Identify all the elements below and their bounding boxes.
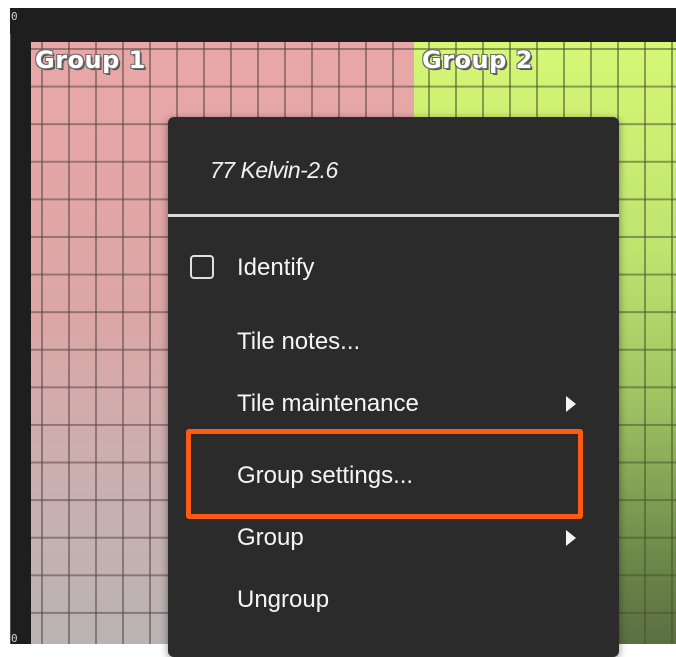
menu-item-group-settings[interactable]: Group settings... bbox=[168, 448, 619, 504]
menu-item-identify[interactable]: Identify bbox=[168, 240, 619, 296]
menu-separator bbox=[168, 214, 619, 217]
ruler-top-label: 0 bbox=[11, 10, 18, 23]
menu-item-label: Ungroup bbox=[237, 586, 330, 613]
group-1-label: Group 1 bbox=[35, 46, 146, 74]
menu-item-label: Identify bbox=[237, 254, 315, 281]
menu-item-tile-notes[interactable]: Tile notes... bbox=[168, 314, 619, 370]
submenu-arrow-icon bbox=[566, 530, 576, 546]
group-2-label: Group 2 bbox=[422, 46, 533, 74]
menu-item-group[interactable]: Group bbox=[168, 510, 619, 566]
context-menu: 77 Kelvin-2.6 Identify Tile notes... Til… bbox=[168, 117, 619, 657]
menu-item-tile-maintenance[interactable]: Tile maintenance bbox=[168, 376, 619, 432]
identify-checkbox[interactable] bbox=[190, 255, 214, 279]
menu-header-tile-name: 77 Kelvin-2.6 bbox=[210, 157, 338, 183]
menu-item-ungroup[interactable]: Ungroup bbox=[168, 572, 619, 628]
menu-item-label: Group bbox=[237, 524, 304, 551]
menu-item-label: Group settings... bbox=[237, 462, 414, 489]
menu-item-label: Tile notes... bbox=[237, 328, 361, 355]
submenu-arrow-icon bbox=[566, 396, 576, 412]
menu-item-label: Tile maintenance bbox=[237, 390, 419, 417]
vertical-ruler bbox=[10, 34, 21, 644]
